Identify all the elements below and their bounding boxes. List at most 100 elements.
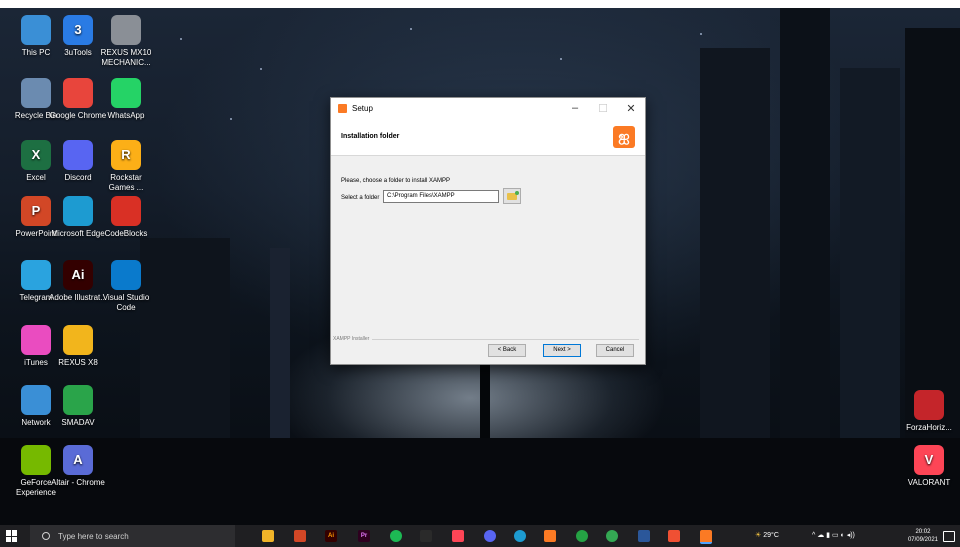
ground	[0, 438, 960, 525]
body-area: Please, choose a folder to install XAMPP…	[331, 156, 645, 336]
close-button[interactable]: ✕	[617, 98, 645, 118]
notification-icon[interactable]	[943, 531, 955, 542]
desktop-icon-rexus-mx10-mechanic[interactable]: REXUS MX10 MECHANIC...	[97, 15, 155, 68]
smadav-icon	[63, 385, 93, 415]
folder-path-input[interactable]: C:\Program Files\XAMPP	[383, 190, 499, 203]
desktop-icon-smadav[interactable]: SMADAV	[49, 385, 107, 428]
start-tile	[12, 536, 17, 542]
network-icon	[21, 385, 51, 415]
browse-folder-button[interactable]	[503, 188, 521, 204]
setup-window: Setup – ☐ ✕ Installation folder ஐ Please…	[330, 97, 646, 365]
git-icon[interactable]	[668, 530, 680, 542]
chrome-taskbar-icon[interactable]	[606, 530, 618, 542]
star	[410, 28, 412, 30]
window-title: Setup	[352, 103, 373, 113]
star	[230, 118, 232, 120]
setup-app-icon	[338, 103, 347, 113]
folder-icon	[507, 190, 519, 200]
clock[interactable]: 20:02 07/09/2021	[908, 528, 938, 544]
start-tile	[6, 536, 11, 542]
date: 07/09/2021	[907, 537, 938, 543]
recycle-bin-icon	[21, 78, 51, 108]
desktop-icon-label: Visual Studio Code	[102, 293, 150, 312]
desktop-icon-valorant[interactable]: V VALORANT	[900, 445, 958, 488]
setup-taskbar-icon[interactable]	[700, 530, 712, 544]
desktop-icon-label: Rockstar Games ...	[108, 173, 144, 192]
chrome-profile-icon[interactable]	[576, 530, 588, 542]
desktop-icon-label: REXUS MX10 MECHANIC...	[100, 48, 152, 67]
start-tile	[6, 530, 11, 536]
desktop-icon-forzahoriz[interactable]: ForzaHoriz...	[900, 390, 958, 433]
google-chrome-icon	[63, 78, 93, 108]
edge-taskbar-icon[interactable]	[514, 530, 526, 542]
footer-divider	[359, 339, 639, 340]
header-band: Installation folder ஐ	[331, 118, 645, 156]
illustrator-icon[interactable]: Ai	[325, 530, 337, 542]
page-title: Installation folder	[341, 133, 400, 140]
desktop-icon-label: REXUS X8	[58, 358, 98, 367]
top-strip	[0, 0, 960, 8]
rexus-mx10-mechanic-icon	[111, 15, 141, 45]
crane-tower	[270, 248, 290, 448]
taskbar: Type here to search Ai Pr ☀ 29°C ^ ☁ ▮ ▭…	[0, 525, 960, 547]
desktop-icon-label: Altair - Chrome	[51, 478, 105, 487]
minimize-button[interactable]: –	[561, 98, 589, 118]
desktop-icon-whatsapp[interactable]: WhatsApp	[97, 78, 155, 121]
time: 20:02	[915, 529, 931, 535]
valorant-icon: V	[914, 445, 944, 475]
search-placeholder: Type here to search	[58, 531, 129, 541]
star	[180, 38, 182, 40]
desktop-icon-label: SMADAV	[61, 418, 95, 427]
title-bar[interactable]: Setup – ☐ ✕	[331, 98, 645, 118]
figure-silhouette	[480, 358, 490, 438]
desktop-icon-rockstar-games[interactable]: R Rockstar Games ...	[97, 140, 155, 193]
telegram-icon	[21, 260, 51, 290]
desktop-icon-altair-chrome[interactable]: A Altair - Chrome	[49, 445, 107, 488]
maximize-button[interactable]: ☐	[589, 98, 617, 118]
discord-taskbar-icon[interactable]	[484, 530, 496, 542]
system-tray[interactable]: ^ ☁ ▮ ▭ ◐ ◂))	[812, 525, 855, 547]
powerpoint-icon: P	[21, 196, 51, 226]
desktop-icon-codeblocks[interactable]: CodeBlocks	[97, 196, 155, 239]
visual-studio-code-icon	[111, 260, 141, 290]
desktop-icon-label: CodeBlocks	[104, 229, 148, 238]
adobe-illustrat-icon: Ai	[63, 260, 93, 290]
desktop-icon-label: WhatsApp	[107, 111, 145, 120]
desktop-icon-visual-studio-code[interactable]: Visual Studio Code	[97, 260, 155, 313]
codeblocks-icon	[111, 196, 141, 226]
word-icon[interactable]	[638, 530, 650, 542]
star	[560, 58, 562, 60]
premiere-icon[interactable]: Pr	[358, 530, 370, 542]
cancel-button[interactable]: Cancel	[596, 344, 634, 357]
office-icon[interactable]	[294, 530, 306, 542]
3utools-icon: 3	[63, 15, 93, 45]
sun-icon: ☀	[755, 532, 762, 539]
folder-prompt: Please, choose a folder to install XAMPP	[341, 178, 451, 184]
folder-label: Select a folder	[341, 195, 380, 201]
geforce-experience-icon	[21, 445, 51, 475]
weather-widget[interactable]: ☀ 29°C	[755, 525, 779, 547]
excel-icon: X	[21, 140, 51, 170]
this-pc-icon	[21, 15, 51, 45]
discord-icon	[63, 140, 93, 170]
taskbar-search[interactable]: Type here to search	[30, 525, 235, 547]
valorant-taskbar-icon[interactable]	[452, 530, 464, 542]
back-button[interactable]: < Back	[488, 344, 526, 357]
itunes-icon	[21, 325, 51, 355]
star	[700, 33, 702, 35]
start-button[interactable]	[6, 530, 18, 542]
altair-chrome-icon: A	[63, 445, 93, 475]
desktop-icon-label: ForzaHoriz...	[906, 423, 952, 432]
spotify-icon[interactable]	[390, 530, 402, 542]
file-explorer-icon[interactable]	[262, 530, 274, 542]
xampp-taskbar-icon[interactable]	[544, 530, 556, 542]
footer-label: XAMPP Installer	[333, 336, 373, 342]
desktop-icon-label: VALORANT	[907, 478, 951, 487]
forzahoriz-icon	[914, 390, 944, 420]
temperature: 29°C	[763, 532, 779, 539]
microsoft-edge-icon	[63, 196, 93, 226]
epic-games-icon[interactable]	[420, 530, 432, 542]
rexus-x8-icon	[63, 325, 93, 355]
desktop-icon-rexus-x8[interactable]: REXUS X8	[49, 325, 107, 368]
next-button[interactable]: Next >	[543, 344, 581, 357]
